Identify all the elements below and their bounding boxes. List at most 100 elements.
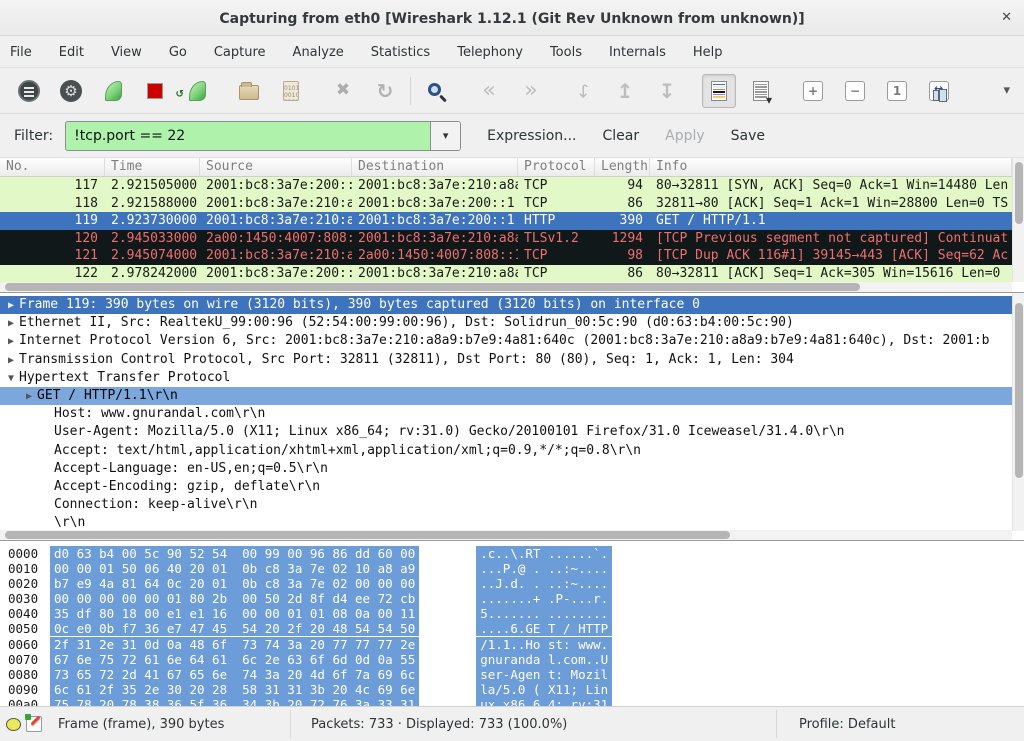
find-packet-button[interactable] — [420, 74, 454, 108]
menu-capture[interactable]: Capture — [214, 45, 266, 60]
hex-ascii[interactable]: ...P.@ . ..:~.... — [476, 561, 612, 576]
detail-row[interactable]: ▶Transmission Control Protocol, Src Port… — [0, 351, 1024, 369]
column-header-length[interactable]: Length — [595, 158, 650, 176]
column-header-no[interactable]: No. — [0, 158, 105, 176]
zoom-in-button[interactable]: + — [796, 74, 830, 108]
capture-comment-icon[interactable] — [26, 716, 42, 732]
detail-row[interactable]: Connection: keep-alive\r\n — [0, 496, 1024, 514]
detail-vscrollbar[interactable] — [1012, 293, 1024, 531]
hex-bytes[interactable]: 00 00 01 50 06 40 20 01 0b c8 3a 7e 02 1… — [50, 561, 419, 576]
packet-row[interactable]: 1202.9450330002a00:1450:4007:808::102001… — [0, 230, 1024, 248]
expander-icon[interactable]: ▶ — [8, 336, 19, 347]
zoom-100-button[interactable]: 1 — [880, 74, 914, 108]
menu-view[interactable]: View — [111, 45, 142, 60]
expander-icon[interactable]: ▶ — [8, 300, 19, 311]
menu-analyze[interactable]: Analyze — [293, 45, 344, 60]
menu-help[interactable]: Help — [693, 45, 723, 60]
stop-capture-button[interactable] — [138, 74, 172, 108]
filter-dropdown-icon[interactable]: ▾ — [430, 122, 460, 150]
column-header-source[interactable]: Source — [200, 158, 352, 176]
expression-button[interactable]: Expression... — [487, 128, 576, 144]
hex-row[interactable]: 00906c 61 2f 35 2e 30 20 28 58 31 31 3b … — [0, 682, 1024, 697]
packet-list-hscrollbar[interactable] — [0, 282, 1012, 292]
hex-bytes[interactable]: b7 e9 4a 81 64 0c 20 01 0b c8 3a 7e 02 0… — [50, 576, 419, 591]
detail-row[interactable]: ▶Frame 119: 390 bytes on wire (3120 bits… — [0, 296, 1024, 314]
detail-row[interactable]: Accept-Language: en-US,en;q=0.5\r\n — [0, 460, 1024, 478]
menu-statistics[interactable]: Statistics — [371, 45, 430, 60]
hex-bytes[interactable]: 0c e0 0b f7 36 e7 47 45 54 20 2f 20 48 5… — [50, 621, 419, 636]
zoom-out-button[interactable]: − — [838, 74, 872, 108]
close-icon[interactable]: ✕ — [1001, 10, 1012, 25]
start-capture-button[interactable] — [96, 74, 130, 108]
packet-row[interactable]: 1182.9215880002001:bc8:3a7e:210:a8a92001… — [0, 195, 1024, 213]
hex-ascii[interactable]: .......+ .P-...r. — [476, 591, 612, 606]
hex-row[interactable]: 0020b7 e9 4a 81 64 0c 20 01 0b c8 3a 7e … — [0, 576, 1024, 591]
clear-button[interactable]: Clear — [603, 128, 640, 144]
column-header-destination[interactable]: Destination — [352, 158, 518, 176]
packet-row[interactable]: 1212.9450740002001:bc8:3a7e:210:a8a92a00… — [0, 247, 1024, 265]
packet-row[interactable]: 1192.9237300002001:bc8:3a7e:210:a8a92001… — [0, 212, 1024, 230]
colorize-button[interactable] — [702, 74, 736, 108]
toolbar-overflow-icon[interactable]: ▾ — [1003, 83, 1010, 98]
hex-row[interactable]: 001000 00 01 50 06 40 20 01 0b c8 3a 7e … — [0, 561, 1024, 576]
hex-row[interactable]: 007067 6e 75 72 61 6e 64 61 6c 2e 63 6f … — [0, 652, 1024, 667]
expert-info-icon[interactable] — [6, 718, 21, 731]
detail-row[interactable]: Accept: text/html,application/xhtml+xml,… — [0, 442, 1024, 460]
hex-ascii[interactable]: la/5.0 ( X11; Lin — [476, 682, 612, 697]
packet-row[interactable]: 1222.9782420002001:bc8:3a7e:200::12001:b… — [0, 265, 1024, 283]
menu-go[interactable]: Go — [169, 45, 187, 60]
auto-scroll-button[interactable] — [744, 74, 778, 108]
close-file-button[interactable] — [326, 74, 360, 108]
hex-bytes[interactable]: 75 78 20 78 38 36 5f 36 34 3b 20 72 76 3… — [50, 697, 419, 706]
hex-ascii[interactable]: ..J.d. . ..:~.... — [476, 576, 612, 591]
hex-bytes[interactable]: 67 6e 75 72 61 6e 64 61 6c 2e 63 6f 6d 0… — [50, 652, 419, 667]
hex-row[interactable]: 0000d0 63 b4 00 5c 90 52 54 00 99 00 96 … — [0, 546, 1024, 561]
resize-columns-button[interactable] — [922, 74, 956, 108]
hex-bytes[interactable]: d0 63 b4 00 5c 90 52 54 00 99 00 96 86 d… — [50, 546, 419, 561]
detail-row[interactable]: User-Agent: Mozilla/5.0 (X11; Linux x86_… — [0, 423, 1024, 441]
open-file-button[interactable] — [232, 74, 266, 108]
hex-ascii[interactable]: gnuranda l.com..U — [476, 652, 612, 667]
go-to-bottom-button[interactable] — [650, 74, 684, 108]
hex-bytes[interactable]: 6c 61 2f 35 2e 30 20 28 58 31 31 3b 20 4… — [50, 682, 419, 697]
detail-row[interactable]: ▼Hypertext Transfer Protocol — [0, 369, 1024, 387]
go-forward-button[interactable] — [514, 74, 548, 108]
list-interfaces-button[interactable] — [12, 74, 46, 108]
go-back-button[interactable] — [472, 74, 506, 108]
hex-ascii[interactable]: /1.1..Ho st: www. — [476, 637, 612, 652]
expander-icon[interactable]: ▼ — [8, 373, 19, 384]
filter-input[interactable] — [66, 122, 430, 150]
packet-list-vscrollbar[interactable] — [1012, 158, 1024, 282]
expander-icon[interactable]: ▶ — [8, 318, 19, 329]
hex-bytes[interactable]: 73 65 72 2d 41 67 65 6e 74 3a 20 4d 6f 7… — [50, 667, 419, 682]
save-button[interactable]: Save — [731, 128, 765, 144]
hex-ascii[interactable]: ....6.GE T / HTTP — [476, 621, 612, 636]
expander-icon[interactable]: ▶ — [8, 355, 19, 366]
menu-file[interactable]: File — [10, 45, 32, 60]
column-header-info[interactable]: Info — [650, 158, 1012, 176]
hex-row[interactable]: 00a075 78 20 78 38 36 5f 36 34 3b 20 72 … — [0, 697, 1024, 706]
hex-ascii[interactable]: 5....... ........ — [476, 606, 612, 621]
detail-row[interactable]: Accept-Encoding: gzip, deflate\r\n — [0, 478, 1024, 496]
hex-row[interactable]: 004035 df 80 18 00 e1 e1 16 00 00 01 01 … — [0, 606, 1024, 621]
reload-button[interactable] — [368, 74, 402, 108]
hex-row[interactable]: 008073 65 72 2d 41 67 65 6e 74 3a 20 4d … — [0, 667, 1024, 682]
hex-row[interactable]: 00500c e0 0b f7 36 e7 47 45 54 20 2f 20 … — [0, 621, 1024, 636]
hex-bytes[interactable]: 2f 31 2e 31 0d 0a 48 6f 73 74 3a 20 77 7… — [50, 637, 419, 652]
detail-row[interactable]: ▶GET / HTTP/1.1\r\n — [0, 387, 1024, 405]
menu-tools[interactable]: Tools — [550, 45, 582, 60]
menu-edit[interactable]: Edit — [59, 45, 84, 60]
hex-ascii[interactable]: ser-Agen t: Mozil — [476, 667, 612, 682]
hex-bytes[interactable]: 00 00 00 00 00 01 80 2b 00 50 2d 8f d4 e… — [50, 591, 419, 606]
save-file-button[interactable] — [274, 74, 308, 108]
capture-options-button[interactable] — [54, 74, 88, 108]
menu-telephony[interactable]: Telephony — [457, 45, 523, 60]
go-to-top-button[interactable] — [608, 74, 642, 108]
menu-internals[interactable]: Internals — [609, 45, 666, 60]
detail-row[interactable]: Host: www.gnurandal.com\r\n — [0, 405, 1024, 423]
hex-bytes[interactable]: 35 df 80 18 00 e1 e1 16 00 00 01 01 08 0… — [50, 606, 419, 621]
hex-row[interactable]: 003000 00 00 00 00 01 80 2b 00 50 2d 8f … — [0, 591, 1024, 606]
hex-row[interactable]: 00602f 31 2e 31 0d 0a 48 6f 73 74 3a 20 … — [0, 637, 1024, 652]
column-header-time[interactable]: Time — [105, 158, 200, 176]
expander-icon[interactable]: ▶ — [26, 391, 37, 402]
